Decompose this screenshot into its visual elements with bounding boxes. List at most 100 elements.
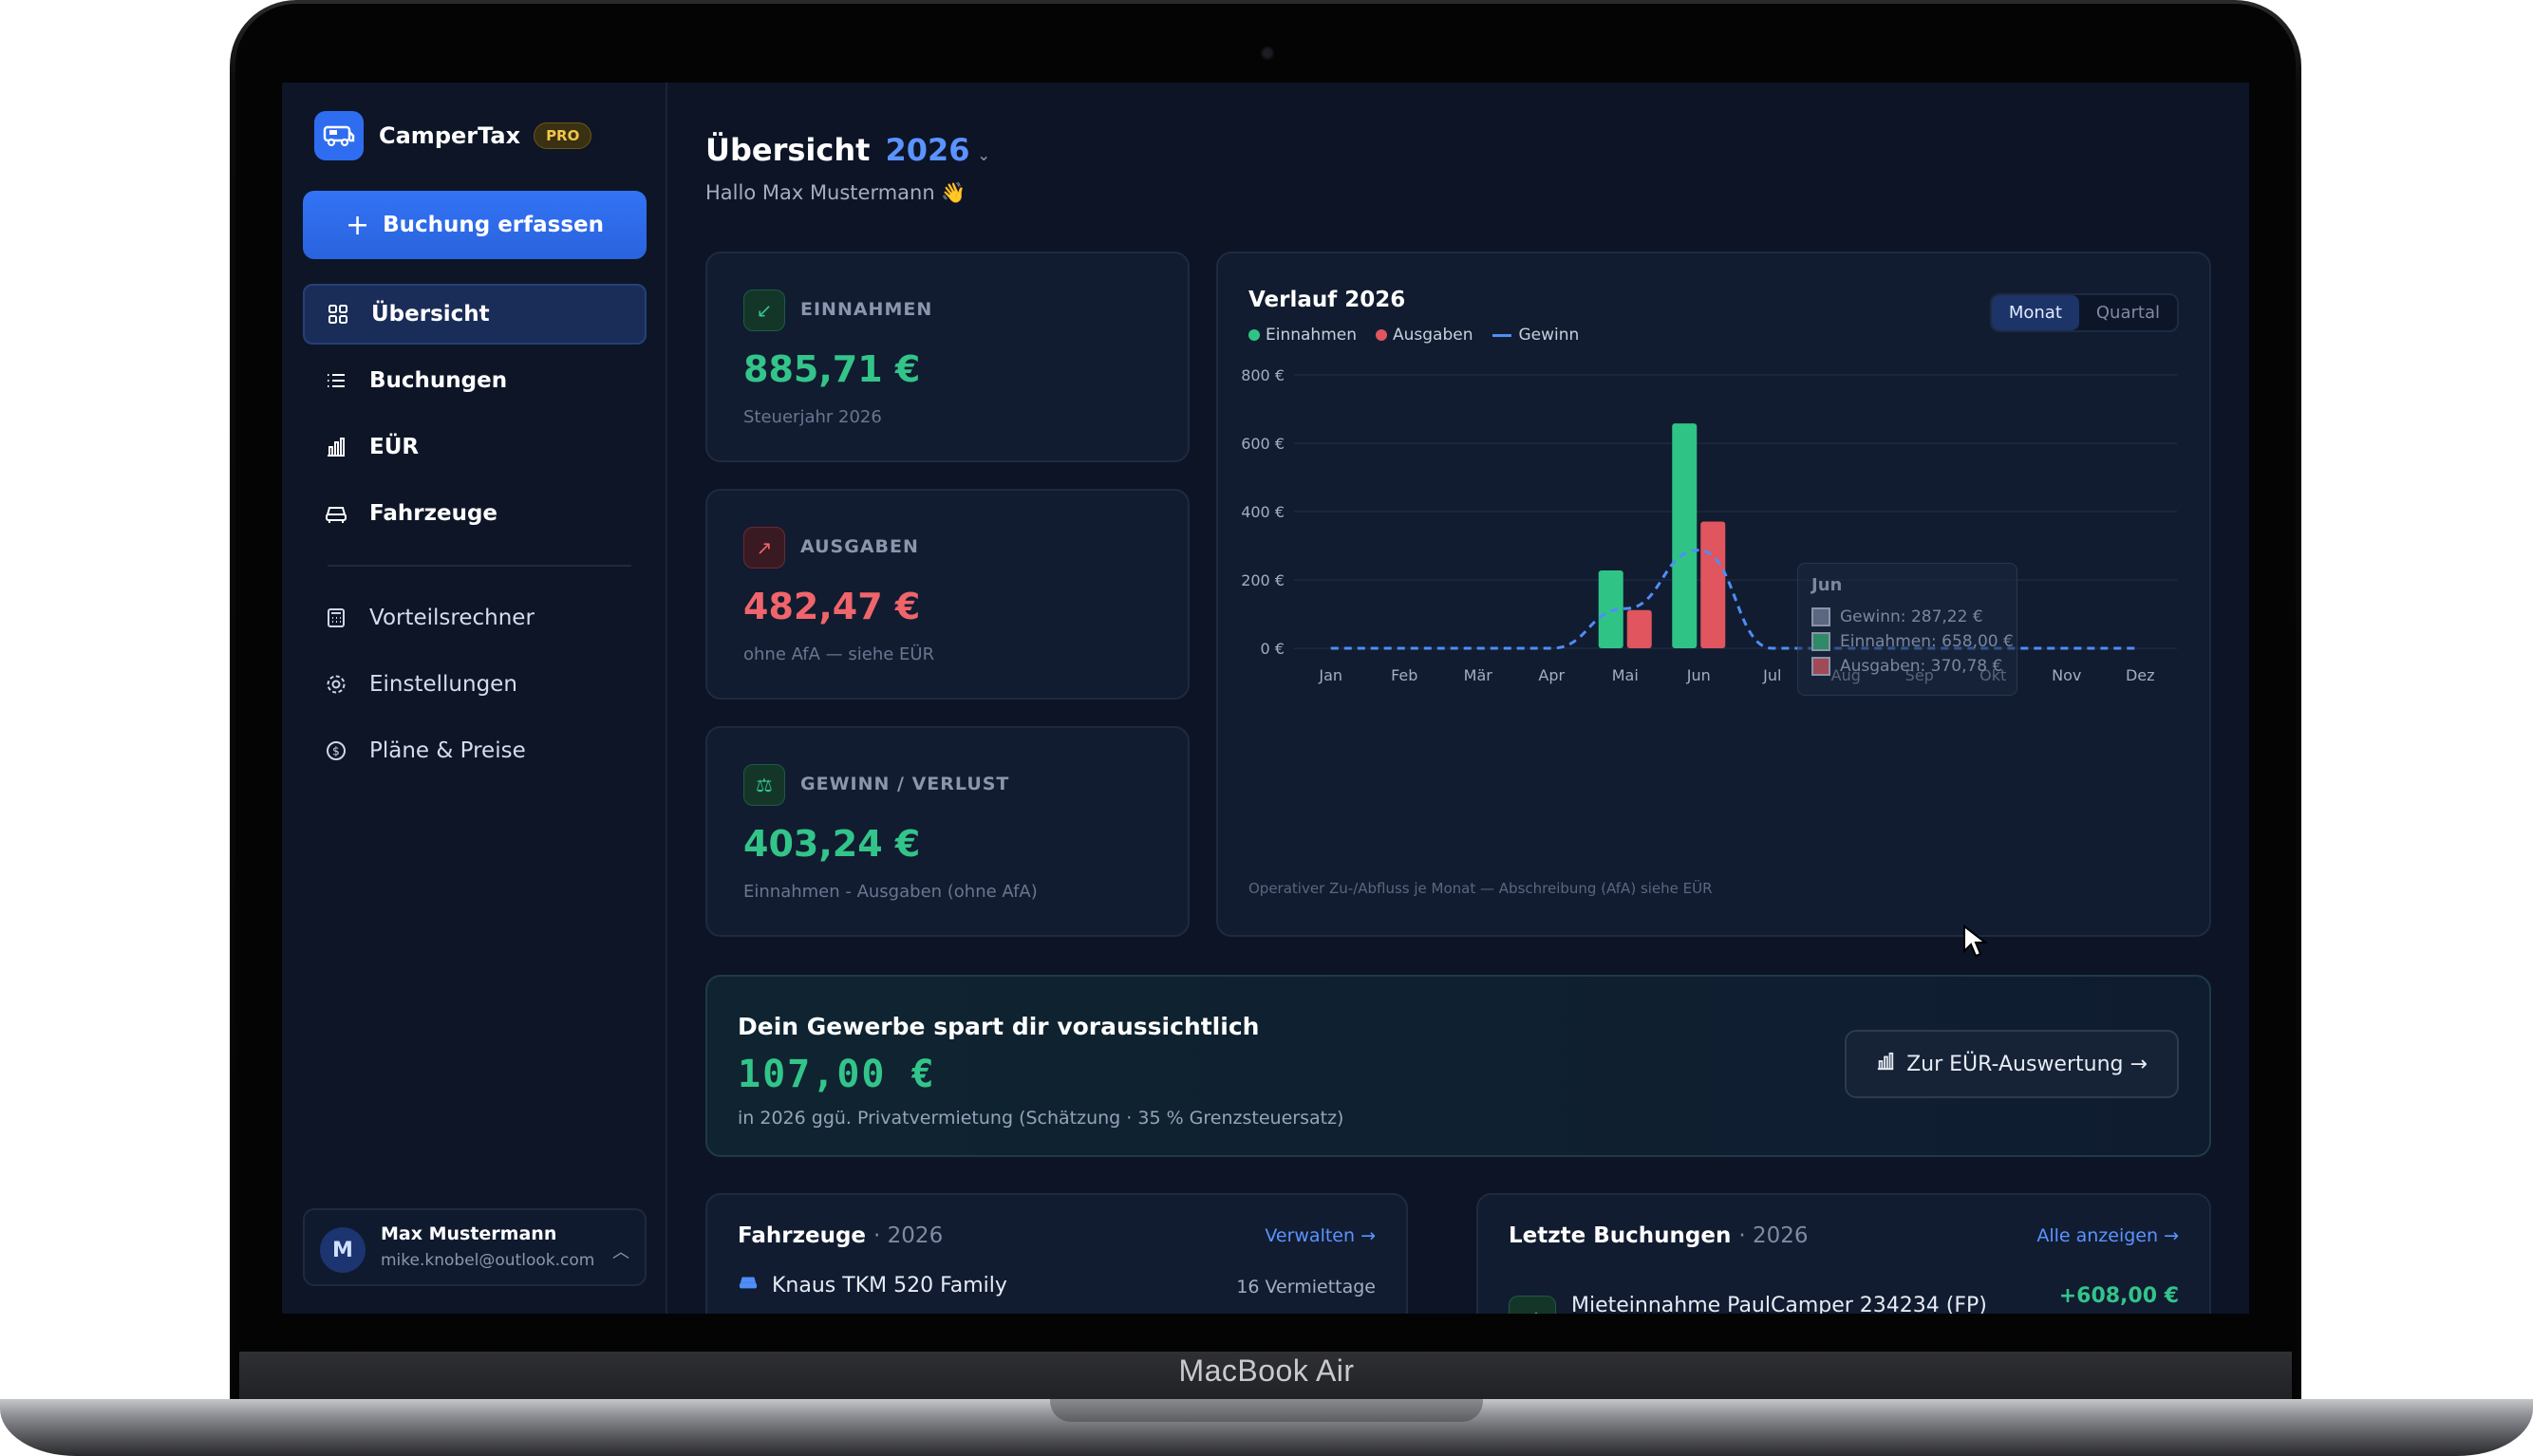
bar-income [1598, 570, 1623, 648]
page-title: Übersicht 2026 ⌄ [705, 132, 990, 168]
device-label: MacBook Air [1178, 1353, 1355, 1388]
chart-tooltip: Jun Gewinn: 287,22 € Einnahmen: 658,00 €… [1797, 563, 2017, 696]
sidebar-item-plans[interactable]: $ Pläne & Preise [303, 720, 647, 781]
x-tick-label: Jun [1686, 666, 1711, 684]
vehicle-row[interactable]: Knaus TKM 520 Family [738, 1273, 1007, 1297]
y-tick-label: 400 € [1241, 503, 1285, 521]
sidebar-item-vehicles[interactable]: Fahrzeuge [303, 483, 647, 544]
app-name: CamperTax [379, 122, 521, 149]
kpi-label: EINNAHMEN [800, 299, 933, 320]
kpi-label: GEWINN / VERLUST [800, 774, 1010, 794]
kpi-card-profit: ⚖ GEWINN / VERLUST 403,24 € Einnahmen - … [705, 726, 1190, 937]
page-title-text: Übersicht [705, 132, 871, 168]
vehicle-rental-days: 16 Vermiettage [1236, 1277, 1376, 1297]
x-tick-label: Mai [1612, 666, 1639, 684]
user-email: mike.knobel@outlook.com [381, 1251, 595, 1270]
plus-icon: + [345, 208, 370, 242]
bar-income [1672, 423, 1698, 648]
sidebar-item-label: Buchungen [369, 368, 508, 393]
greeting: Hallo Max Mustermann 👋 [705, 181, 966, 204]
car-icon [324, 501, 348, 526]
kpi-value: 482,47 € [743, 586, 921, 627]
x-tick-label: Jul [1762, 666, 1781, 684]
y-tick-label: 0 € [1261, 640, 1285, 658]
sidebar-item-label: EÜR [369, 435, 420, 459]
sidebar-item-benefit-calculator[interactable]: Vorteilsrechner [303, 588, 647, 648]
x-tick-label: Jan [1318, 666, 1342, 684]
profit-line [1330, 549, 2141, 650]
kpi-subtitle: Einnahmen - Ausgaben (ohne AfA) [743, 882, 1038, 902]
manage-vehicles-link[interactable]: Verwalten → [1265, 1225, 1376, 1246]
app-screen: CamperTax PRO + Buchung erfassen Übersic… [282, 83, 2249, 1314]
y-tick-label: 800 € [1241, 366, 1285, 384]
user-menu[interactable]: M Max Mustermann mike.knobel@outlook.com… [303, 1208, 647, 1286]
panel-title: Letzte Buchungen · 2026 [1509, 1223, 1809, 1248]
recent-bookings-panel: Letzte Buchungen · 2026 Alle anzeigen → … [1476, 1193, 2211, 1314]
x-tick-label: Nov [2052, 666, 2081, 684]
chart-footnote: Operativer Zu-/Abfluss je Monat — Abschr… [1248, 880, 1713, 897]
gear-icon [324, 672, 348, 697]
sidebar: CamperTax PRO + Buchung erfassen Übersic… [282, 83, 667, 1314]
scale-icon: ⚖ [743, 764, 785, 806]
list-icon [324, 368, 348, 393]
arrow-down-left-icon: ↙ [1509, 1296, 1556, 1314]
eur-report-button[interactable]: Zur EÜR-Auswertung → [1845, 1030, 2179, 1098]
y-tick-label: 200 € [1241, 571, 1285, 589]
add-booking-label: Buchung erfassen [383, 213, 605, 237]
grid-icon [326, 302, 350, 327]
kpi-value: 885,71 € [743, 348, 921, 390]
camera-icon [1261, 47, 1274, 60]
sidebar-item-settings[interactable]: Einstellungen [303, 654, 647, 715]
panel-title: Fahrzeuge · 2026 [738, 1223, 944, 1248]
camper-van-icon [314, 111, 364, 160]
sidebar-item-label: Vorteilsrechner [369, 606, 535, 630]
x-tick-label: Feb [1391, 666, 1417, 684]
kpi-subtitle: Steuerjahr 2026 [743, 407, 882, 427]
sidebar-item-label: Übersicht [371, 302, 490, 327]
bar-chart-icon [1876, 1052, 1895, 1076]
dollar-icon: $ [324, 738, 348, 763]
sidebar-item-bookings[interactable]: Buchungen [303, 350, 647, 411]
booking-row[interactable]: ↙ Mieteinnahme PaulCamper 234234 (FP) [1509, 1273, 1987, 1314]
sidebar-item-label: Fahrzeuge [369, 501, 498, 526]
add-booking-button[interactable]: + Buchung erfassen [303, 191, 647, 259]
chevron-up-icon: ︿ [612, 1242, 629, 1262]
calculator-icon [324, 606, 348, 630]
avatar: M [320, 1227, 366, 1273]
savings-title: Dein Gewerbe spart dir voraussichtlich [738, 1013, 1260, 1040]
tooltip-row-income: Einnahmen: 658,00 € [1811, 632, 2014, 651]
x-tick-label: Mär [1464, 666, 1493, 684]
x-tick-label: Dez [2126, 666, 2155, 684]
vehicles-panel: Fahrzeuge · 2026 Verwalten → Knaus TKM 5… [705, 1193, 1408, 1314]
plan-badge: PRO [534, 122, 592, 149]
vehicle-name: Knaus TKM 520 Family [772, 1273, 1007, 1297]
brand[interactable]: CamperTax PRO [314, 111, 592, 160]
kpi-card-expenses: ↗ AUSGABEN 482,47 € ohne AfA — siehe EÜR [705, 489, 1190, 700]
kpi-label: AUSGABEN [800, 536, 919, 557]
sidebar-item-overview[interactable]: Übersicht [303, 284, 647, 345]
svg-text:$: $ [332, 745, 340, 758]
sidebar-item-eur[interactable]: EÜR [303, 417, 647, 477]
sidebar-divider [328, 565, 631, 567]
tooltip-row-profit: Gewinn: 287,22 € [1811, 607, 1983, 626]
y-tick-label: 600 € [1241, 435, 1285, 453]
car-icon [738, 1273, 759, 1297]
laptop-notch [1050, 1399, 1483, 1422]
kpi-value: 403,24 € [743, 823, 921, 865]
sidebar-item-label: Pläne & Preise [369, 738, 526, 763]
kpi-card-income: ↙ EINNAHMEN 885,71 € Steuerjahr 2026 [705, 252, 1190, 462]
kpi-subtitle: ohne AfA — siehe EÜR [743, 644, 935, 664]
booking-description: Mieteinnahme PaulCamper 234234 (FP) [1571, 1293, 1987, 1315]
show-all-bookings-link[interactable]: Alle anzeigen → [2036, 1225, 2179, 1246]
chevron-down-icon[interactable]: ⌄ [978, 146, 990, 164]
year-selector[interactable]: 2026 [885, 132, 969, 168]
tooltip-row-expenses: Ausgaben: 370,78 € [1811, 657, 2002, 676]
bar-chart-icon [324, 435, 348, 459]
chart-card: Verlauf 2026 Einnahmen Ausgaben Gewinn M… [1216, 252, 2211, 937]
user-name: Max Mustermann [381, 1223, 557, 1244]
arrow-up-right-icon: ↗ [743, 527, 785, 569]
savings-value: 107,00 € [738, 1053, 936, 1096]
bar-expenses [1626, 609, 1652, 648]
tooltip-month: Jun [1811, 575, 1843, 595]
mouse-cursor-icon [1962, 924, 1989, 962]
